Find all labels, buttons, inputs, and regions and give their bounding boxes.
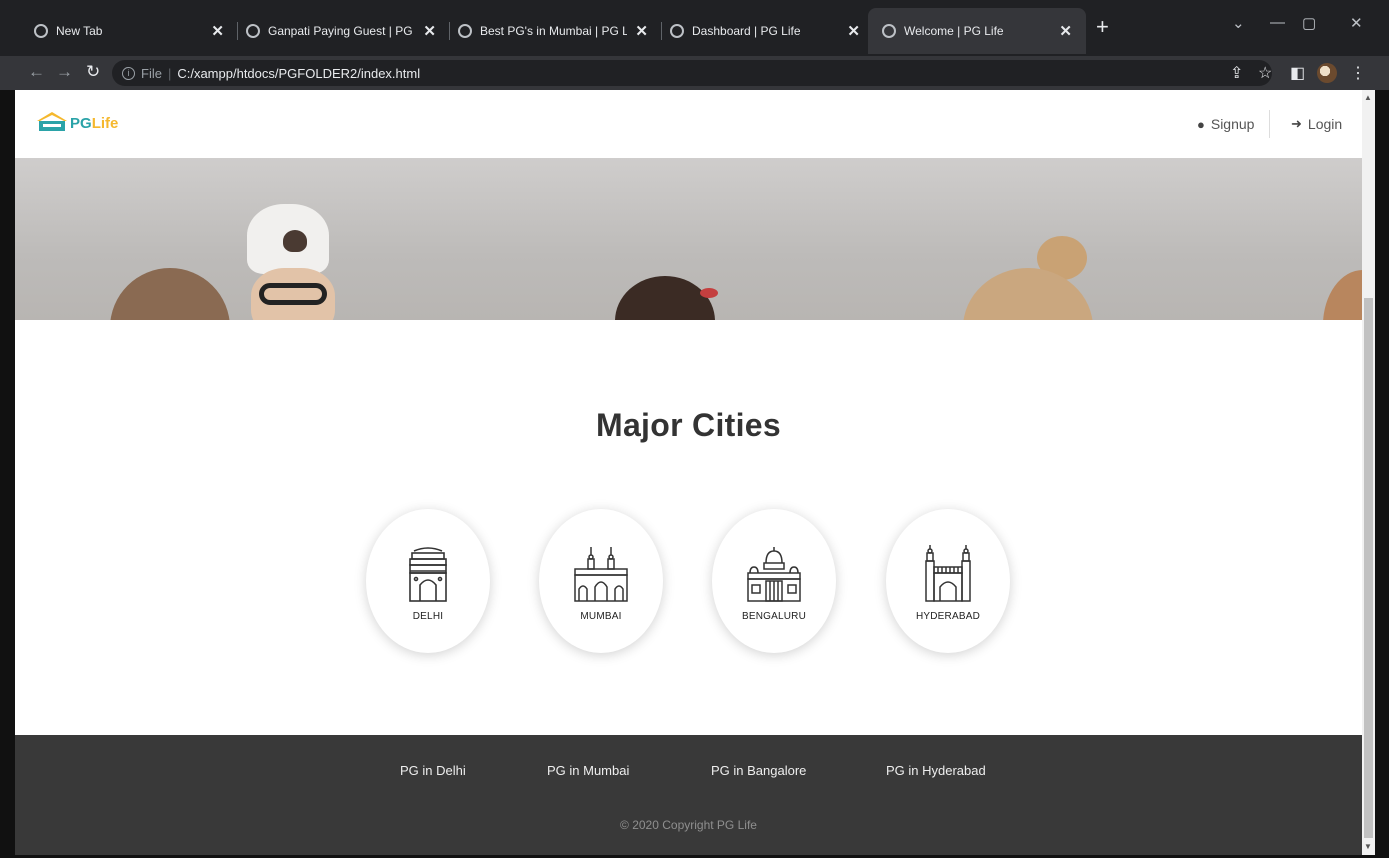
city-name: DELHI <box>412 610 444 622</box>
india-gate-icon <box>409 546 447 602</box>
tab-dashboard[interactable]: Dashboard | PG Life ✕ <box>656 8 874 54</box>
tab-search-chevron-icon[interactable]: ⌄ <box>1232 14 1245 32</box>
menu-kebab-icon[interactable]: ⋮ <box>1350 63 1366 83</box>
browser-toolbar: ← → ↻ i File | C:/xampp/htdocs/PGFOLDER2… <box>0 56 1389 90</box>
tab-best-pgs-mumbai[interactable]: Best PG's in Mumbai | PG Life ✕ <box>444 8 662 54</box>
globe-icon <box>670 24 684 38</box>
pg-life-logo[interactable]: PGLife <box>35 110 118 132</box>
sign-in-icon: ➜ <box>1291 116 1302 131</box>
login-link[interactable]: ➜ Login <box>1291 116 1342 132</box>
scroll-up-arrow-icon[interactable]: ▲ <box>1364 93 1372 102</box>
tab-welcome[interactable]: Welcome | PG Life ✕ <box>868 8 1086 54</box>
copyright-text: © 2020 Copyright PG Life <box>620 818 757 832</box>
section-title: Major Cities <box>596 407 781 443</box>
reload-icon[interactable]: ↻ <box>86 62 100 82</box>
banner-glasses <box>259 283 327 305</box>
scrollbar-thumb[interactable] <box>1364 298 1373 838</box>
close-icon[interactable]: ✕ <box>635 22 648 40</box>
back-icon[interactable]: ← <box>28 62 45 82</box>
close-icon[interactable]: ✕ <box>423 22 436 40</box>
page-viewport: PGLife ● Signup ➜ Login Major Cities DEL… <box>15 90 1362 855</box>
city-card-hyderabad[interactable]: HYDERABAD <box>886 509 1010 653</box>
city-card-bengaluru[interactable]: BENGALURU <box>712 509 836 653</box>
gateway-of-india-icon <box>574 546 628 602</box>
forward-icon[interactable]: → <box>56 62 73 82</box>
close-window-button[interactable]: ✕ <box>1350 14 1363 32</box>
city-card-delhi[interactable]: DELHI <box>366 509 490 653</box>
house-logo-icon <box>37 112 67 131</box>
address-bar[interactable]: i File | C:/xampp/htdocs/PGFOLDER2/index… <box>112 60 1272 86</box>
site-header: PGLife ● Signup ➜ Login <box>15 90 1362 158</box>
hero-banner-image <box>15 158 1362 320</box>
close-icon[interactable]: ✕ <box>1059 22 1072 40</box>
footer-link-pg-bangalore[interactable]: PG in Bangalore <box>711 763 806 778</box>
banner-person <box>615 276 715 320</box>
charminar-icon <box>925 544 971 602</box>
profile-avatar[interactable] <box>1317 63 1337 83</box>
footer-link-pg-mumbai[interactable]: PG in Mumbai <box>547 763 629 778</box>
chrome-icon <box>34 24 48 38</box>
user-icon: ● <box>1197 116 1205 132</box>
footer-link-pg-hyderabad[interactable]: PG in Hyderabad <box>886 763 986 778</box>
info-icon[interactable]: i <box>122 66 135 80</box>
new-tab-button[interactable]: + <box>1096 14 1109 40</box>
city-card-mumbai[interactable]: MUMBAI <box>539 509 663 653</box>
side-panel-icon[interactable]: ◧ <box>1290 63 1305 83</box>
bookmark-star-icon[interactable]: ☆ <box>1258 63 1272 83</box>
globe-icon <box>246 24 260 38</box>
tab-new-tab[interactable]: New Tab ✕ <box>20 8 238 54</box>
browser-tab-strip: New Tab ✕ Ganpati Paying Guest | PG Life… <box>0 0 1389 56</box>
city-name: MUMBAI <box>580 610 622 622</box>
footer-link-pg-delhi[interactable]: PG in Delhi <box>400 763 466 778</box>
globe-icon <box>882 24 896 38</box>
restore-button[interactable]: ▢ <box>1302 14 1316 32</box>
close-icon[interactable]: ✕ <box>211 22 224 40</box>
tab-ganpati-paying-guest[interactable]: Ganpati Paying Guest | PG Life ✕ <box>232 8 450 54</box>
city-name: HYDERABAD <box>915 610 981 622</box>
url-text: C:/xampp/htdocs/PGFOLDER2/index.html <box>177 65 421 81</box>
banner-cap-logo <box>283 230 307 252</box>
banner-person <box>110 268 230 320</box>
banner-person <box>1323 270 1362 320</box>
scroll-down-arrow-icon[interactable]: ▼ <box>1364 842 1372 851</box>
share-icon[interactable]: ⇪ <box>1230 63 1243 83</box>
site-footer: PG in Delhi PG in Mumbai PG in Bangalore… <box>15 735 1362 855</box>
banner-hair-tie <box>700 288 718 298</box>
signup-link[interactable]: ● Signup <box>1197 116 1254 132</box>
vidhana-soudha-icon <box>747 546 801 602</box>
globe-icon <box>458 24 472 38</box>
minimize-button[interactable]: — <box>1270 14 1285 31</box>
page-scrollbar[interactable]: ▲ ▼ <box>1362 90 1375 855</box>
city-name: BENGALURU <box>741 610 807 622</box>
nav-divider <box>1269 110 1270 138</box>
close-icon[interactable]: ✕ <box>847 22 860 40</box>
